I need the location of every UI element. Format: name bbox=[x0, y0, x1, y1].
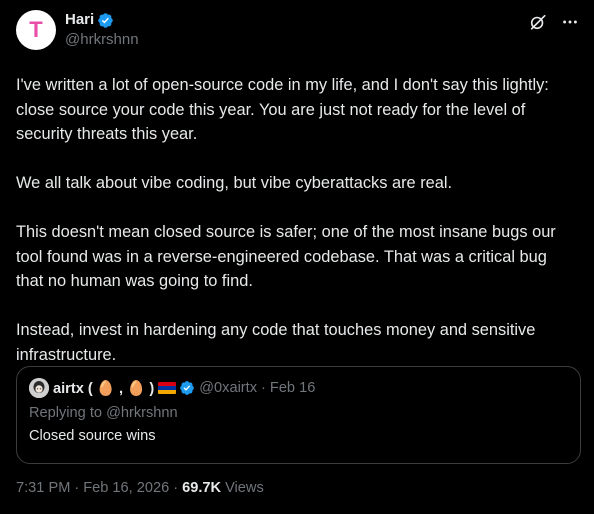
views-label: Views bbox=[225, 480, 264, 496]
views-count: 69.7K bbox=[182, 480, 222, 496]
replying-to: Replying to @hrkrshnn bbox=[29, 405, 178, 421]
tweet-paragraph: Instead, invest in hardening any code th… bbox=[16, 321, 536, 364]
quoted-handle[interactable]: @0xairtx bbox=[199, 380, 257, 396]
more-icon[interactable] bbox=[560, 12, 580, 32]
grok-icon[interactable] bbox=[528, 12, 548, 32]
separator-dot: · bbox=[74, 480, 80, 496]
avatar-letter: T bbox=[29, 17, 43, 42]
author-display-name[interactable]: Hari bbox=[65, 11, 94, 29]
separator-dot: · bbox=[261, 380, 266, 396]
name-row: Hari bbox=[65, 11, 139, 29]
quoted-avatar[interactable] bbox=[29, 378, 49, 398]
verified-badge-icon bbox=[179, 380, 195, 396]
separator-dot: · bbox=[173, 480, 179, 496]
tweet-paragraph: I've written a lot of open-source code i… bbox=[16, 76, 549, 143]
quoted-date[interactable]: Feb 16 bbox=[270, 380, 315, 396]
verified-badge-icon bbox=[97, 12, 114, 29]
tweet-card: T Hari @hrkrshnn I've written a lot of o… bbox=[0, 0, 594, 514]
tweet-body: I've written a lot of open-source code i… bbox=[16, 73, 576, 367]
tweet-time[interactable]: 7:31 PM bbox=[16, 480, 70, 496]
tweet-header: T Hari @hrkrshnn bbox=[16, 10, 580, 60]
tweet-paragraph: This doesn't mean closed source is safer… bbox=[16, 223, 556, 290]
author-handle[interactable]: @hrkrshnn bbox=[65, 30, 139, 50]
flag-icon bbox=[158, 382, 177, 394]
quoted-display-name[interactable]: airtx ( 🥚 , 🥚 ) bbox=[53, 379, 154, 397]
header-actions bbox=[528, 10, 580, 32]
avatar[interactable]: T bbox=[16, 10, 56, 50]
quoted-tweet[interactable]: airtx ( 🥚 , 🥚 ) @0xairtx · Feb 16 Replyi… bbox=[16, 366, 581, 464]
quoted-text: Closed source wins bbox=[29, 428, 156, 444]
tweet-paragraph: We all talk about vibe coding, but vibe … bbox=[16, 174, 453, 192]
quoted-tweet-header: airtx ( 🥚 , 🥚 ) @0xairtx · Feb 16 bbox=[29, 378, 568, 398]
tweet-date[interactable]: Feb 16, 2026 bbox=[83, 480, 169, 496]
tweet-meta: 7:31 PM · Feb 16, 2026 · 69.7K Views bbox=[16, 480, 264, 496]
author-info: Hari @hrkrshnn bbox=[65, 10, 139, 50]
